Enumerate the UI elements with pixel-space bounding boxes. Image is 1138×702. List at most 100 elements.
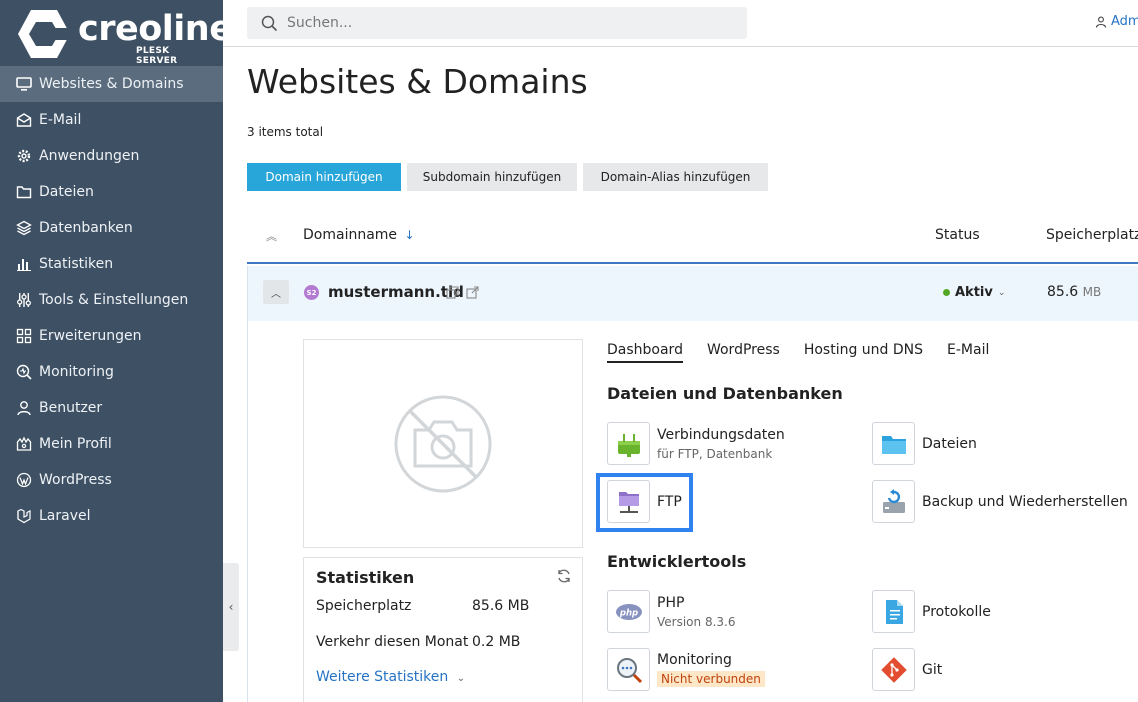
php-icon: php <box>607 590 650 633</box>
tile-title: Monitoring <box>657 652 732 668</box>
more-statistics-label: Weitere Statistiken <box>316 669 449 685</box>
status-dropdown[interactable]: Aktiv ⌄ <box>943 285 1005 300</box>
tab-dashboard[interactable]: Dashboard <box>607 342 683 363</box>
sidebar-item-monitoring[interactable]: Monitoring <box>0 354 223 390</box>
storage-unit: MB <box>1082 285 1102 299</box>
top-header: Adm <box>223 0 1138 47</box>
section-title-files-db: Dateien und Datenbanken <box>607 384 843 403</box>
domain-favicon: S2 <box>304 285 319 300</box>
page-title: Websites & Domains <box>247 62 588 101</box>
tile-dateien[interactable]: Dateien <box>872 422 977 465</box>
sidebar-item-label: Datenbanken <box>39 220 133 236</box>
sidebar-item-email[interactable]: E-Mail <box>0 102 223 138</box>
chevron-down-icon: ⌄ <box>456 673 466 684</box>
brand-subtitle: PLESK SERVER <box>136 46 178 66</box>
sidebar-item-erweiterungen[interactable]: Erweiterungen <box>0 318 223 354</box>
brand-logo[interactable]: creoline PLESK SERVER <box>18 8 233 66</box>
column-domainname[interactable]: Domainname ↓ <box>303 227 415 243</box>
monitor-icon <box>15 75 33 93</box>
sidebar-item-label: Websites & Domains <box>39 76 184 92</box>
add-domain-alias-button[interactable]: Domain-Alias hinzufügen <box>583 163 768 191</box>
sidebar-collapse-handle[interactable]: ‹ <box>223 563 239 651</box>
copy-icon[interactable] <box>446 286 459 299</box>
folder-icon <box>872 422 915 465</box>
sidebar-item-label: Benutzer <box>39 400 103 416</box>
column-label: Domainname <box>303 227 398 243</box>
more-statistics-link[interactable]: Weitere Statistiken ⌄ <box>316 669 465 685</box>
row-collapse-toggle[interactable]: ︿ <box>263 280 289 304</box>
sidebar-item-label: Laravel <box>39 508 91 524</box>
sidebar-item-label: WordPress <box>39 472 112 488</box>
stat-label-speicherplatz: Speicherplatz <box>316 598 412 614</box>
monitoring-icon <box>15 363 33 381</box>
storage-number: 85.6 <box>1047 284 1079 300</box>
statistics-card: Statistiken Speicherplatz 85.6 MB Verkeh… <box>303 557 583 702</box>
brand-name: creoline <box>78 9 233 49</box>
no-screenshot-icon <box>394 395 492 492</box>
ftp-highlight-box <box>596 473 693 532</box>
sidebar-item-label: Erweiterungen <box>39 328 142 344</box>
storage-value: 85.6 MB <box>1047 284 1101 300</box>
tile-monitoring[interactable]: Monitoring Nicht verbunden <box>607 648 765 691</box>
grid-icon <box>15 327 33 345</box>
sidebar-item-datenbanken[interactable]: Datenbanken <box>0 210 223 246</box>
tab-email[interactable]: E-Mail <box>947 342 989 363</box>
not-connected-badge: Nicht verbunden <box>657 671 765 687</box>
sidebar-item-wordpress[interactable]: WordPress <box>0 462 223 498</box>
open-in-browser-icon[interactable] <box>466 286 479 299</box>
stat-value-speicherplatz: 85.6 MB <box>472 598 530 614</box>
sidebar-item-anwendungen[interactable]: Anwendungen <box>0 138 223 174</box>
creoline-logo-icon <box>18 10 70 58</box>
mail-icon <box>15 111 33 129</box>
sidebar-item-tools-einstellungen[interactable]: Tools & Einstellungen <box>0 282 223 318</box>
git-icon <box>872 648 915 691</box>
sidebar-item-mein-profil[interactable]: Mein Profil <box>0 426 223 462</box>
wordpress-icon <box>15 471 33 489</box>
tile-title: PHP <box>657 594 685 611</box>
sidebar-item-dateien[interactable]: Dateien <box>0 174 223 210</box>
tile-php[interactable]: php PHP Version 8.3.6 <box>607 590 735 633</box>
monitoring-icon <box>607 648 650 691</box>
refresh-icon[interactable] <box>556 568 572 584</box>
user-icon <box>15 399 33 417</box>
log-file-icon <box>872 590 915 633</box>
collapse-all-icon[interactable]: ︽ <box>266 228 277 244</box>
add-subdomain-button[interactable]: Subdomain hinzufügen <box>407 163 577 191</box>
tab-wordpress[interactable]: WordPress <box>707 342 780 363</box>
tile-git[interactable]: Git <box>872 648 942 691</box>
domains-table-header: ︽ Domainname ↓ Status Speicherplatzb <box>247 220 1138 264</box>
tile-protokolle[interactable]: Protokolle <box>872 590 991 633</box>
chevron-up-icon: ︿ <box>271 288 281 300</box>
tile-subtitle: für FTP, Datenbank <box>657 446 773 461</box>
sidebar-item-laravel[interactable]: Laravel <box>0 498 223 534</box>
sort-down-icon: ↓ <box>404 228 415 242</box>
domain-tabs: Dashboard WordPress Hosting und DNS E-Ma… <box>607 342 1013 363</box>
tile-backup[interactable]: Backup und Wiederherstellen <box>872 480 1128 523</box>
add-domain-button[interactable]: Domain hinzufügen <box>247 163 401 191</box>
domain-name-link[interactable]: mustermann.tld <box>328 283 464 301</box>
user-menu[interactable]: Adm <box>1095 14 1138 29</box>
sidebar-item-label: Monitoring <box>39 364 114 380</box>
search-bar[interactable] <box>247 7 747 39</box>
tab-hosting-dns[interactable]: Hosting und DNS <box>804 342 923 363</box>
tile-title: Protokolle <box>922 603 991 620</box>
items-total-count: 3 items total <box>247 125 324 139</box>
sidebar-item-statistiken[interactable]: Statistiken <box>0 246 223 282</box>
search-input[interactable] <box>287 15 727 31</box>
stat-label-verkehr: Verkehr diesen Monat <box>316 634 469 650</box>
sidebar-item-websites-domains[interactable]: Websites & Domains <box>0 66 223 102</box>
sidebar-item-label: Dateien <box>39 184 94 200</box>
column-status[interactable]: Status <box>935 227 980 243</box>
layers-icon <box>15 219 33 237</box>
tile-verbindungsdaten[interactable]: Verbindungsdaten für FTP, Datenbank <box>607 422 785 465</box>
sidebar-item-benutzer[interactable]: Benutzer <box>0 390 223 426</box>
column-storage[interactable]: Speicherplatzb <box>1046 227 1138 243</box>
status-label: Aktiv <box>955 285 993 300</box>
plug-icon <box>607 422 650 465</box>
chevron-down-icon: ⌄ <box>997 287 1006 298</box>
sidebar: creoline PLESK SERVER Websites & Domains… <box>0 0 233 702</box>
backup-icon <box>872 480 915 523</box>
stat-value-verkehr: 0.2 MB <box>472 634 521 650</box>
sidebar-item-label: Mein Profil <box>39 436 112 452</box>
user-name: Adm <box>1111 14 1138 29</box>
